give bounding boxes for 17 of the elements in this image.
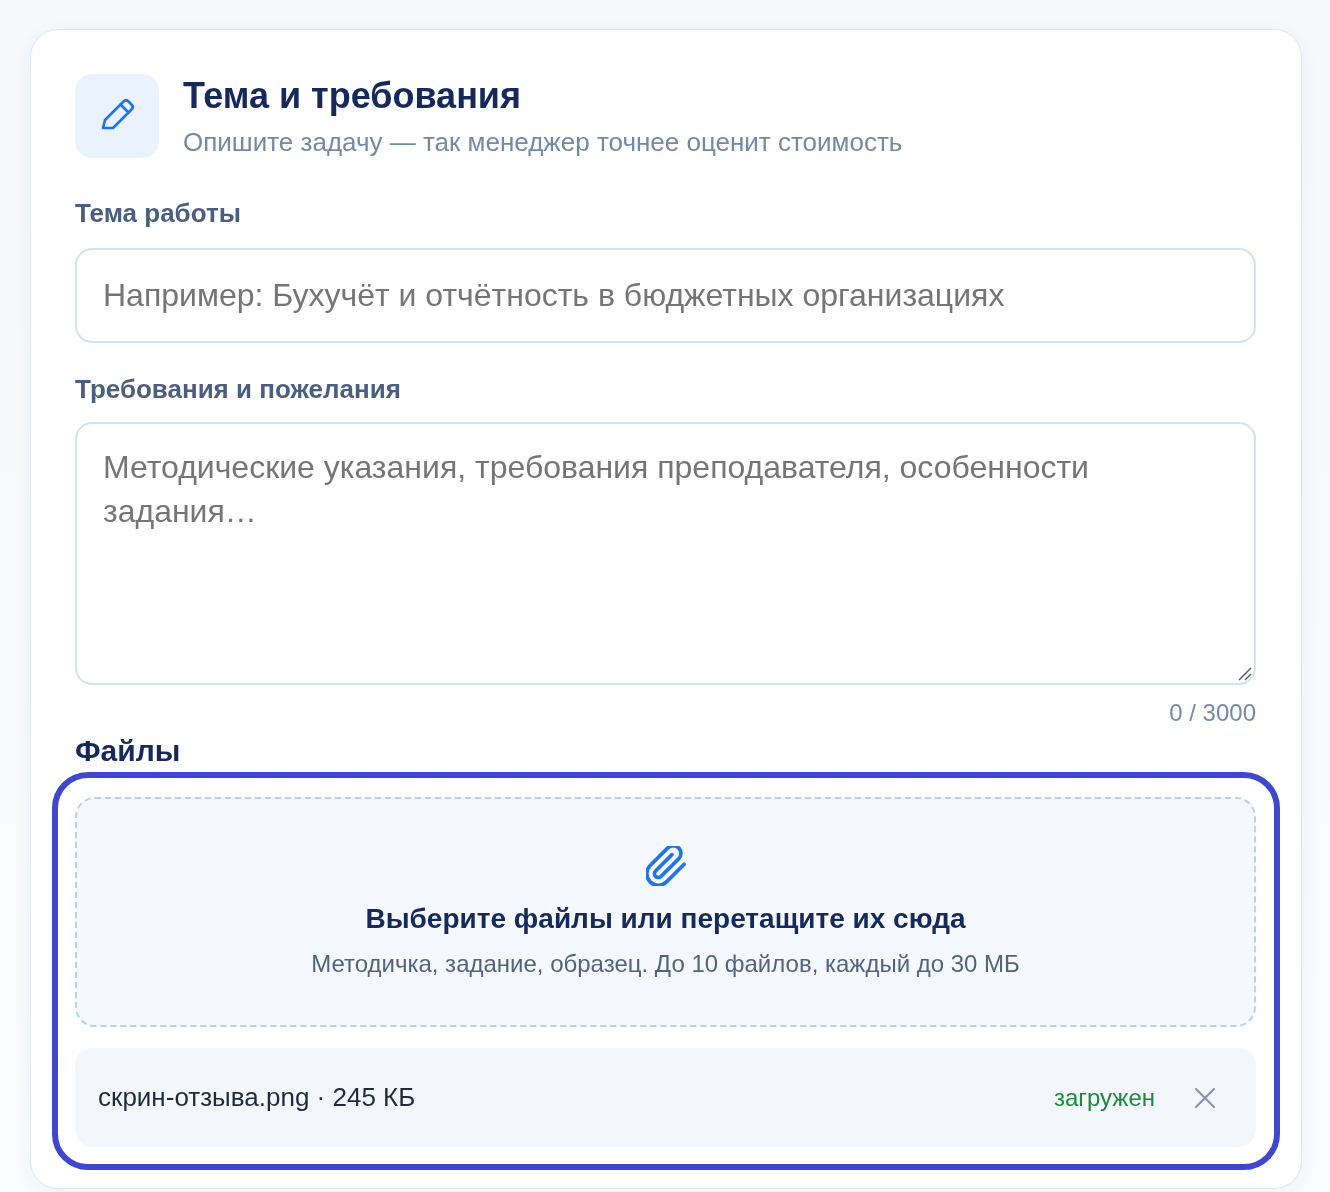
section-title: Тема и требования	[183, 75, 522, 116]
section-subtitle: Опишите задачу — так менеджер точнее оценит стоимость	[183, 126, 903, 157]
resize-handle-icon[interactable]	[1238, 667, 1252, 681]
paperclip-icon	[645, 846, 686, 886]
topic-input-field[interactable]: Например: Бухучёт и отчётность в бюджетных организациях	[75, 248, 1256, 343]
files-label: Файлы	[75, 734, 182, 768]
requirements-text-area[interactable]: Методические указания, требования преподавателя, особенности задания…	[75, 422, 1256, 685]
file-drop-zone[interactable]: Выберите файлы или перетащите их сюда Методичка, задание, образец. До 10 файлов, каждый до 30 МБ	[75, 797, 1256, 1027]
close-icon	[1195, 1087, 1215, 1108]
drop-zone-title: Выберите файлы или перетащите их сюда	[365, 903, 966, 935]
pencil-icon	[75, 74, 159, 158]
field-label: Требования и пожелания	[75, 374, 402, 404]
drop-zone-hint: Методичка, задание, образец. До 10 файлов, каждый до 30 МБ	[311, 950, 1020, 978]
upload-status: загружен	[1053, 1083, 1155, 1112]
character-counter: 0 / 3000	[1168, 699, 1256, 727]
field-label: Тема работы	[75, 198, 242, 228]
file-name: скрин-отзыва.png · 245 КБ	[98, 1082, 417, 1113]
